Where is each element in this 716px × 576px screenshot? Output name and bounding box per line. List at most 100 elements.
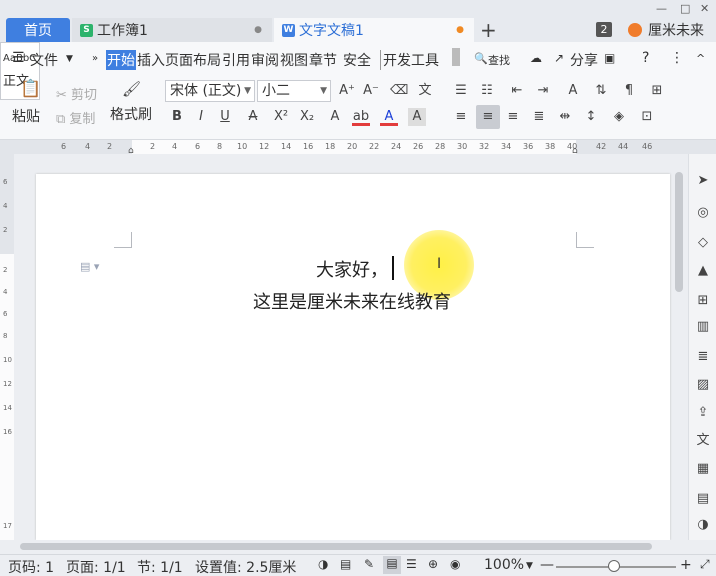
- select-pointer-icon[interactable]: ➤: [694, 172, 712, 190]
- copy-button[interactable]: ⧉ 复制: [56, 108, 95, 127]
- highlight-icon[interactable]: ab: [352, 108, 370, 126]
- distribute-icon[interactable]: ⇹: [556, 108, 574, 126]
- clear-format-icon[interactable]: ⌫: [390, 82, 408, 100]
- settings-sliders-icon[interactable]: ≣: [694, 348, 712, 366]
- eye-icon[interactable]: ◉: [450, 557, 460, 571]
- shrink-font-icon[interactable]: A⁻: [362, 82, 380, 100]
- menu-security[interactable]: 安全: [343, 50, 371, 70]
- more-options-icon[interactable]: ⋮: [670, 50, 684, 66]
- horizontal-scrollbar[interactable]: [14, 540, 672, 552]
- grid-icon[interactable]: ▦: [694, 460, 712, 478]
- image-icon[interactable]: ▨: [694, 376, 712, 394]
- superscript-icon[interactable]: X²: [272, 108, 290, 126]
- format-painter-icon[interactable]: 🖌: [122, 80, 141, 98]
- change-case-icon[interactable]: A: [564, 82, 582, 100]
- menu-references[interactable]: 引用: [222, 50, 250, 70]
- font-size-select[interactable]: 小二 ▼: [257, 80, 331, 102]
- search-label[interactable]: 查找: [488, 52, 510, 68]
- menu-page-layout[interactable]: 页面布局: [165, 50, 221, 70]
- vertical-ruler[interactable]: 6 4 2 2 4 6 8 10 12 14 16 17: [0, 154, 14, 540]
- clipboard-options-icon[interactable]: ▣: [604, 51, 615, 65]
- chart-icon[interactable]: ▥: [694, 318, 712, 336]
- style-fill-icon[interactable]: ▲: [694, 262, 712, 280]
- more-chevron-icon[interactable]: »: [92, 53, 98, 64]
- paste-button[interactable]: 粘贴: [12, 106, 40, 126]
- tab-document[interactable]: W 文字文稿1 ●: [274, 18, 474, 42]
- show-marks-icon[interactable]: ¶: [620, 82, 638, 100]
- outline-view-icon[interactable]: ☰: [406, 557, 417, 571]
- search-icon[interactable]: 🔍: [474, 52, 488, 65]
- char-shading-icon[interactable]: A: [408, 108, 426, 126]
- menu-start[interactable]: 开始: [106, 50, 136, 70]
- font-color-icon[interactable]: A: [380, 108, 398, 126]
- help-button[interactable]: ?: [642, 50, 649, 66]
- help-icon[interactable]: ◑: [694, 516, 712, 534]
- bold-icon[interactable]: B: [168, 108, 186, 126]
- shapes-icon[interactable]: ◇: [694, 234, 712, 252]
- menu-overflow[interactable]: [452, 48, 460, 66]
- indent-marker-icon[interactable]: ⌂: [128, 146, 134, 156]
- zoom-dropdown-icon[interactable]: ▼: [526, 561, 533, 571]
- strikethrough-icon[interactable]: A: [244, 108, 262, 126]
- format-painter-button[interactable]: 格式刷: [110, 104, 152, 124]
- decrease-indent-icon[interactable]: ⇤: [508, 82, 526, 100]
- location-icon[interactable]: ◎: [694, 204, 712, 222]
- status-page-number[interactable]: 页码: 1: [8, 557, 54, 576]
- font-name-select[interactable]: 宋体 (正文) ▼: [165, 80, 255, 102]
- subscript-icon[interactable]: X₂: [298, 108, 316, 126]
- translate-icon[interactable]: 文: [694, 432, 712, 450]
- menu-developer[interactable]: 开发工具: [380, 50, 439, 70]
- page-view-icon[interactable]: ▤: [383, 556, 401, 574]
- text-effect-icon[interactable]: A: [326, 108, 344, 126]
- document-line[interactable]: 大家好，: [36, 256, 668, 282]
- tab-workbook[interactable]: S 工作簿1 ●: [72, 18, 272, 42]
- shading-icon[interactable]: ◈: [610, 108, 628, 126]
- menu-chapter[interactable]: 章节: [309, 50, 337, 70]
- maximize-button[interactable]: □: [680, 2, 690, 15]
- menu-file[interactable]: 文件: [30, 50, 58, 70]
- status-section[interactable]: 节: 1/1: [137, 557, 183, 576]
- add-tab-button[interactable]: +: [480, 18, 497, 42]
- status-pages[interactable]: 页面: 1/1: [66, 557, 126, 576]
- paste-icon[interactable]: 📋: [20, 80, 41, 98]
- pen-icon[interactable]: ✎: [364, 557, 374, 571]
- align-right-icon[interactable]: ≡: [504, 108, 522, 126]
- fullscreen-icon[interactable]: ⤢: [700, 557, 710, 572]
- zoom-slider-knob[interactable]: [608, 560, 620, 572]
- status-setting[interactable]: 设置值: 2.5厘米: [195, 557, 296, 576]
- export-icon[interactable]: ⇪: [694, 404, 712, 422]
- underline-icon[interactable]: U: [216, 108, 234, 126]
- menu-view[interactable]: 视图: [280, 50, 308, 70]
- archive-icon[interactable]: ▤: [694, 490, 712, 508]
- vertical-scrollbar[interactable]: [672, 154, 686, 540]
- zoom-level[interactable]: 100%: [484, 557, 524, 573]
- document-line[interactable]: 这里是厘米未来在线教育: [36, 288, 668, 314]
- align-left-icon[interactable]: ≡: [452, 108, 470, 126]
- justify-icon[interactable]: ≣: [530, 108, 548, 126]
- increase-indent-icon[interactable]: ⇥: [534, 82, 552, 100]
- hamburger-icon[interactable]: ☰: [12, 50, 25, 66]
- layout-icon[interactable]: ⊞: [694, 292, 712, 310]
- document-page[interactable]: ▤ ▾ 大家好， I 这里是厘米未来在线教育: [36, 174, 670, 540]
- grow-font-icon[interactable]: A⁺: [338, 82, 356, 100]
- cloud-icon[interactable]: ☁: [530, 51, 542, 65]
- minimize-button[interactable]: —: [656, 2, 667, 15]
- window-count-badge[interactable]: 2: [596, 22, 612, 37]
- zoom-in-button[interactable]: +: [680, 557, 692, 573]
- scroll-thumb[interactable]: [675, 172, 683, 292]
- read-mode-icon[interactable]: ▤: [340, 557, 351, 571]
- share-icon[interactable]: ↗: [554, 51, 564, 65]
- eye-protect-icon[interactable]: ◑: [318, 557, 328, 571]
- horizontal-ruler[interactable]: 6 4 2 2 4 6 8 10 12 14 16 18 20 22 24 26…: [0, 140, 716, 156]
- border-table-icon[interactable]: ⊞: [648, 82, 666, 100]
- collapse-ribbon-icon[interactable]: ^: [696, 52, 705, 65]
- borders-icon[interactable]: ⊡: [638, 108, 656, 126]
- scroll-thumb[interactable]: [20, 543, 652, 550]
- menu-review[interactable]: 审阅: [251, 50, 279, 70]
- phonetic-icon[interactable]: 文: [416, 82, 434, 100]
- numbered-list-icon[interactable]: ☷: [478, 82, 496, 100]
- zoom-out-button[interactable]: —: [540, 557, 554, 573]
- sort-icon[interactable]: ⇅: [592, 82, 610, 100]
- avatar[interactable]: [628, 23, 642, 37]
- right-indent-marker-icon[interactable]: ⌂: [572, 146, 578, 156]
